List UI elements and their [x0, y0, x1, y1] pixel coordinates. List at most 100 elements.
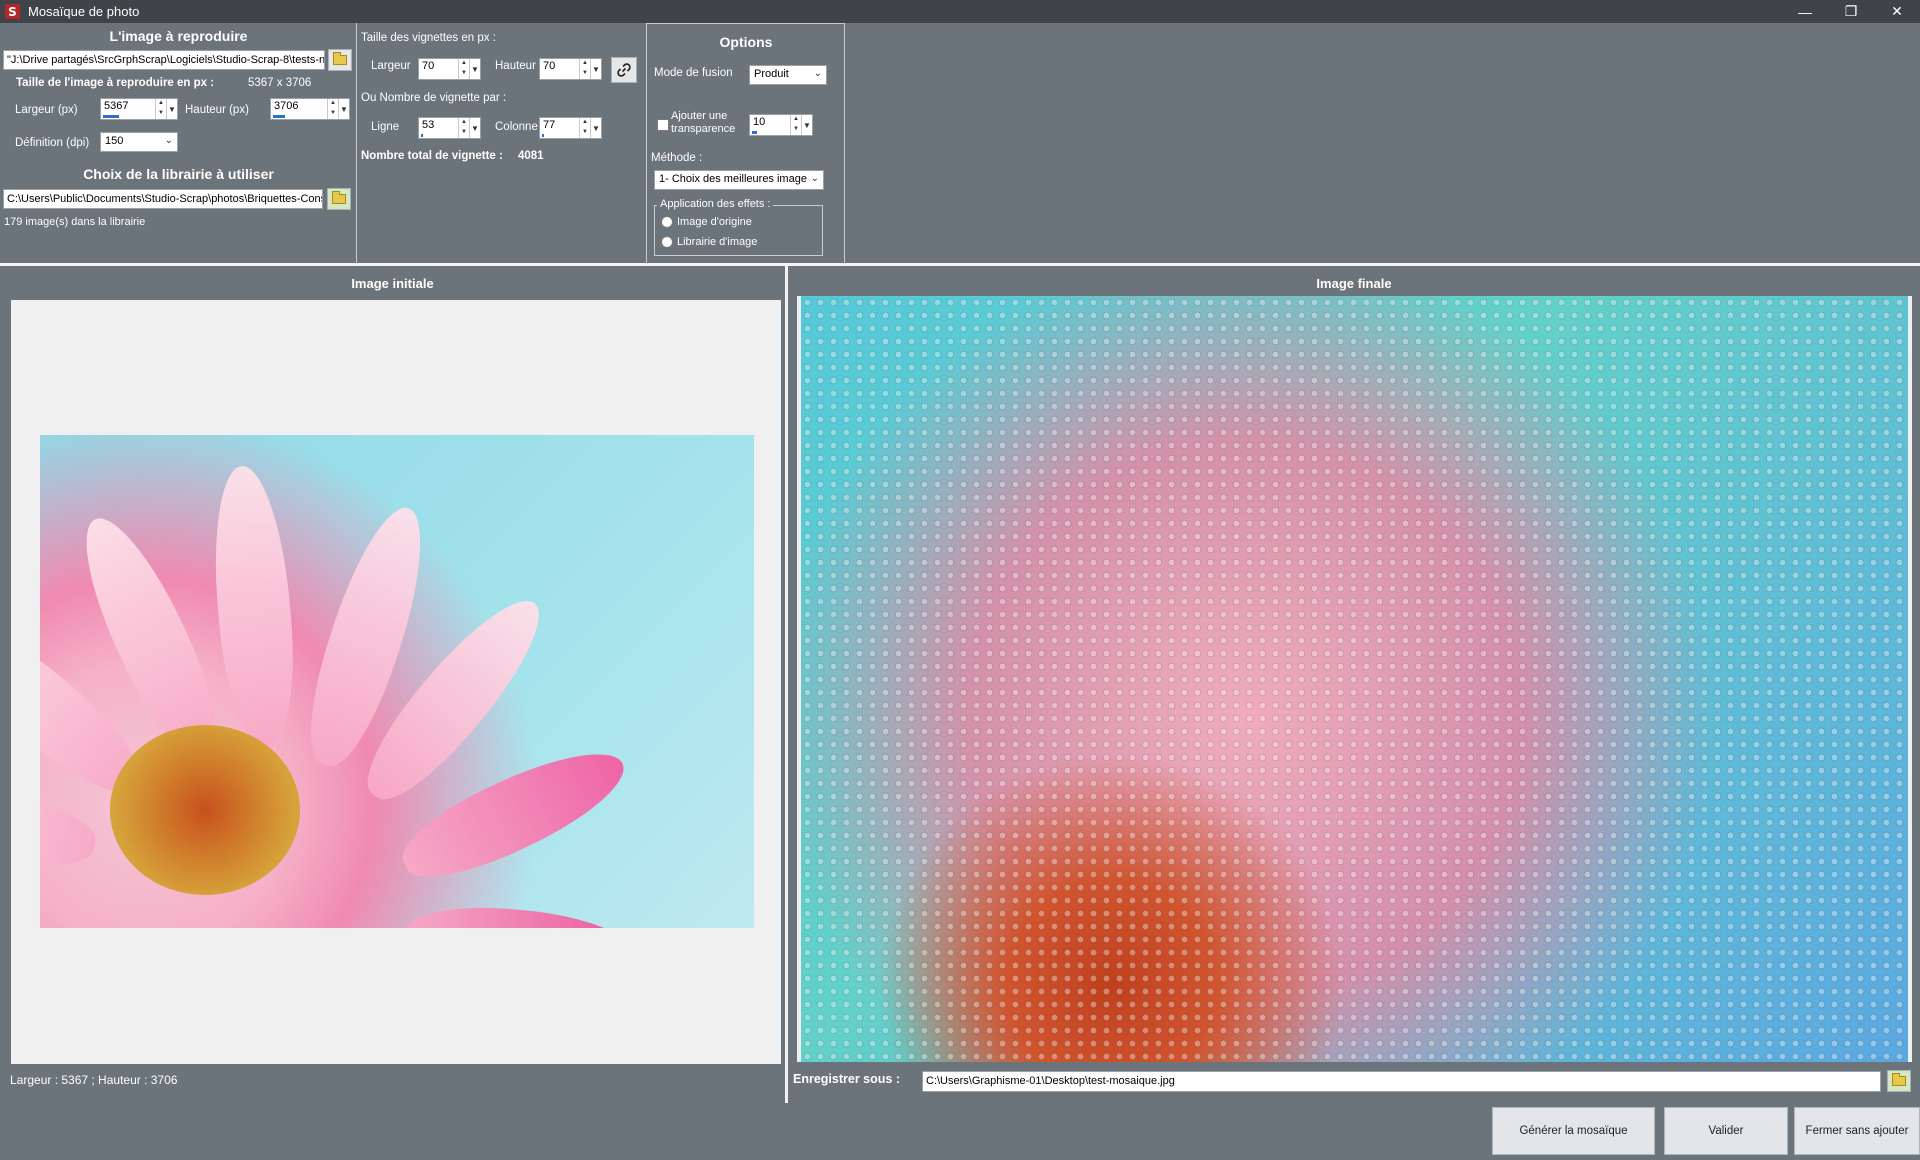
thumb-height-label: Hauteur [495, 60, 536, 72]
thumbnail-panel: Taille des vignettes en px : Largeur 70 … [357, 23, 646, 263]
spin-arrows[interactable]: ▲ ▼ [579, 118, 590, 138]
thumb-width-stepper[interactable]: 70 ▲ ▼ ▼ [418, 58, 481, 80]
initial-image [40, 435, 754, 928]
options-title: Options [719, 34, 773, 50]
chevron-down-icon[interactable]: ▼ [590, 59, 601, 79]
library-count: 179 image(s) dans la librairie [4, 216, 146, 228]
chevron-down-icon[interactable]: ▼ [801, 115, 812, 135]
method-label: Méthode : [651, 152, 703, 164]
source-height-label: Hauteur (px) [185, 104, 249, 116]
thumb-col-label: Colonne [495, 121, 538, 133]
restore-button[interactable]: ❐ [1828, 0, 1874, 23]
thumb-row-label: Ligne [371, 121, 400, 133]
chevron-down-icon[interactable]: ▼ [590, 118, 601, 138]
source-size-label: Taille de l'image à reproduire en px : [16, 77, 215, 89]
thumb-size-label: Taille des vignettes en px : [361, 32, 496, 44]
spin-arrows[interactable]: ▲ ▼ [790, 115, 801, 135]
chevron-down-icon[interactable]: ▼ [469, 59, 480, 79]
thumb-col-stepper[interactable]: 77 ▲ ▼ ▼ [539, 117, 602, 139]
spin-arrows[interactable]: ▲ ▼ [155, 99, 166, 119]
effect-origin-label: Image d'origine [677, 216, 752, 228]
dpi-label: Définition (dpi) [15, 137, 90, 149]
spin-arrows[interactable]: ▲ ▼ [458, 118, 469, 138]
validate-button[interactable]: Valider [1664, 1107, 1788, 1155]
thumb-total-value: 4081 [518, 150, 544, 162]
thumb-count-label: Ou Nombre de vignette par : [361, 92, 507, 104]
dpi-value: 150 [105, 135, 124, 147]
initial-image-title: Image initiale [351, 276, 434, 291]
thumb-row-stepper[interactable]: 53 ▲ ▼ ▼ [418, 117, 481, 139]
folder-icon [332, 191, 346, 204]
thumb-width-value: 70 [422, 60, 435, 72]
library-title: Choix de la librairie à utiliser [83, 166, 274, 182]
effect-origin-radio[interactable] [661, 216, 673, 228]
library-browse-button[interactable] [327, 188, 351, 210]
flower-center [110, 725, 300, 895]
window-controls: — ❐ ✕ [1782, 0, 1920, 23]
source-path-field[interactable]: "J:\Drive partagés\SrcGrphScrap\Logiciel… [3, 50, 325, 70]
spin-arrows[interactable]: ▲ ▼ [579, 59, 590, 79]
thumb-col-value: 77 [543, 119, 556, 131]
effect-library-radio[interactable] [661, 236, 673, 248]
effect-library-label: Librairie d'image [677, 236, 758, 248]
chevron-down-icon[interactable]: ▼ [166, 99, 177, 119]
minimize-button[interactable]: — [1782, 0, 1828, 23]
folder-icon [1892, 1073, 1906, 1086]
transparency-checkbox[interactable] [657, 119, 669, 131]
source-title: L'image à reproduire [109, 28, 248, 44]
source-browse-button[interactable] [328, 49, 352, 71]
transparency-value: 10 [753, 116, 766, 128]
final-image-title: Image finale [1316, 276, 1392, 291]
chevron-down-icon[interactable]: ▼ [469, 118, 480, 138]
thumb-height-stepper[interactable]: 70 ▲ ▼ ▼ [539, 58, 602, 80]
spin-arrows[interactable]: ▲ ▼ [458, 59, 469, 79]
source-width-stepper[interactable]: 5367 ▲ ▼ ▼ [100, 98, 178, 120]
fusion-label: Mode de fusion [654, 67, 733, 79]
save-browse-button[interactable] [1887, 1070, 1911, 1092]
library-path-field[interactable]: C:\Users\Public\Documents\Studio-Scrap\p… [3, 189, 323, 209]
link-ratio-button[interactable] [611, 57, 637, 83]
source-width-label: Largeur (px) [15, 104, 78, 116]
close-window-button[interactable]: ✕ [1874, 0, 1920, 23]
source-size-value: 5367 x 3706 [248, 77, 312, 89]
effects-group [654, 205, 823, 256]
chevron-down-icon: ⌄ [813, 68, 822, 79]
chevron-down-icon: ⌄ [810, 173, 819, 184]
source-panel: L'image à reproduire "J:\Drive partagés\… [0, 23, 357, 263]
transparency-stepper[interactable]: 10 ▲ ▼ ▼ [749, 114, 813, 136]
save-as-label: Enregistrer sous : [793, 1072, 900, 1086]
main-divider [0, 263, 1920, 266]
initial-image-frame [11, 300, 781, 1064]
title-bar: S Mosaïque de photo — ❐ ✕ [0, 0, 1920, 23]
close-without-adding-button[interactable]: Fermer sans ajouter [1794, 1107, 1920, 1155]
app-logo-icon: S [5, 4, 20, 19]
chevron-down-icon[interactable]: ▼ [338, 99, 349, 119]
transparency-label-1: Ajouter une [671, 110, 728, 122]
source-height-stepper[interactable]: 3706 ▲ ▼ ▼ [270, 98, 350, 120]
save-path-field[interactable]: C:\Users\Graphisme-01\Desktop\test-mosai… [922, 1071, 1881, 1092]
chevron-down-icon: ⌄ [164, 135, 173, 146]
folder-icon [333, 52, 347, 65]
final-image-frame [797, 296, 1912, 1062]
thumb-height-value: 70 [543, 60, 556, 72]
window-title: Mosaïque de photo [28, 4, 140, 19]
thumb-width-label: Largeur [371, 60, 411, 72]
method-value: 1- Choix des meilleures image [659, 173, 807, 185]
generate-mosaic-button[interactable]: Générer la mosaïque [1492, 1107, 1655, 1155]
source-height-value: 3706 [274, 100, 299, 112]
thumb-row-value: 53 [422, 119, 435, 131]
fusion-select[interactable]: Produit ⌄ [749, 65, 827, 85]
method-select[interactable]: 1- Choix des meilleures image ⌄ [654, 170, 824, 190]
source-width-value: 5367 [104, 100, 129, 112]
thumb-total-label: Nombre total de vignette : [361, 150, 503, 162]
effects-group-title: Application des effets : [657, 198, 774, 210]
center-divider [785, 263, 788, 1103]
options-panel: Options Mode de fusion Produit ⌄ Ajouter… [647, 23, 845, 263]
image-dimensions: Largeur : 5367 ; Hauteur : 3706 [10, 1073, 178, 1087]
link-icon [617, 63, 631, 77]
transparency-label-2: transparence [671, 123, 736, 135]
final-mosaic-image [801, 296, 1908, 1062]
fusion-value: Produit [754, 68, 789, 80]
dpi-select[interactable]: 150 ⌄ [100, 132, 178, 152]
spin-arrows[interactable]: ▲ ▼ [327, 99, 338, 119]
